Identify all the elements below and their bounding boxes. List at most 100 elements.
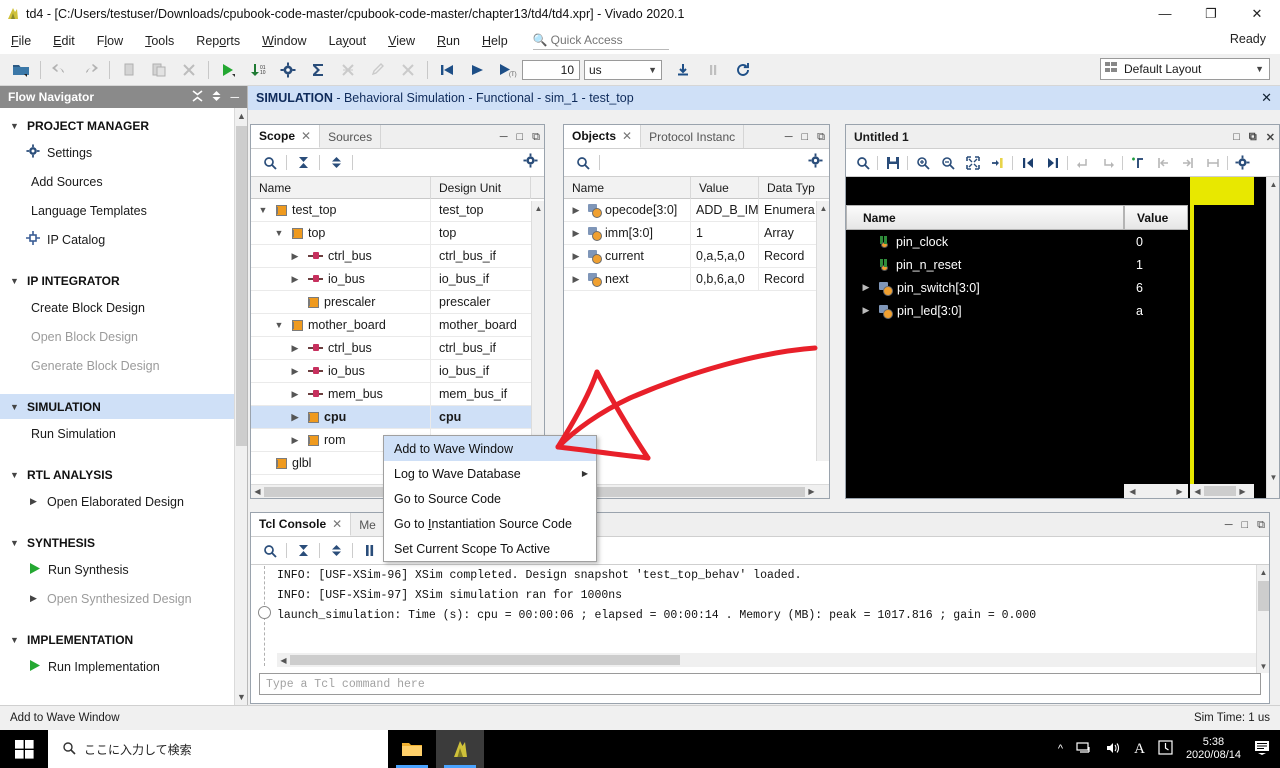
collapse-all-icon[interactable] <box>192 89 203 105</box>
chevron-right-icon[interactable]: ▶ <box>287 435 303 446</box>
run-all-icon[interactable] <box>462 56 492 84</box>
taskbar-vivado[interactable] <box>436 730 484 768</box>
table-row[interactable]: ▶ cpu cpu <box>251 405 544 429</box>
wave-traces-hscrollbar[interactable]: ◀ ▶ <box>1190 484 1254 498</box>
table-row[interactable]: ▶ mem_bus mem_bus_if <box>251 382 544 406</box>
wave-drawing-area[interactable] <box>1190 177 1254 498</box>
chevron-right-icon[interactable]: ▶ <box>287 274 303 285</box>
wave-names-hscrollbar[interactable]: ◀ ▶ <box>1124 484 1188 498</box>
maximize-icon[interactable]: □ <box>1241 519 1248 531</box>
gear-icon[interactable] <box>523 153 538 171</box>
flownav-section-project-manager[interactable]: ▼ PROJECT MANAGER <box>0 113 247 138</box>
flownav-item-run-implementation[interactable]: Run Implementation <box>0 652 247 681</box>
menu-file[interactable]: File <box>0 31 42 51</box>
expand-all-icon[interactable] <box>211 90 222 105</box>
delete-icon[interactable] <box>174 56 204 84</box>
taskbar-file-explorer[interactable] <box>388 730 436 768</box>
scroll-right-icon[interactable]: ▶ <box>1236 484 1249 498</box>
add-marker-icon[interactable] <box>1125 151 1150 175</box>
layout-select[interactable]: Default Layout ▼ <box>1100 58 1270 80</box>
collapse-all-icon[interactable] <box>290 151 316 175</box>
run-for-time-icon[interactable]: (T) <box>492 56 522 84</box>
table-row[interactable]: ▶ opecode[3:0] ADD_B_IMM Enumera <box>564 199 829 222</box>
menu-view[interactable]: View <box>377 31 426 51</box>
open-project-icon[interactable] <box>6 56 36 84</box>
objects-horizontal-scrollbar[interactable]: ◀ ▶ <box>564 484 829 498</box>
maximize-icon[interactable]: □ <box>801 131 808 143</box>
scroll-up-icon[interactable]: ▲ <box>1257 565 1270 579</box>
flownav-item-generate-block-design[interactable]: Generate Block Design <box>0 351 247 380</box>
sim-time-input[interactable]: 10 <box>522 59 580 80</box>
minimize-button[interactable]: — <box>1142 0 1188 27</box>
table-row[interactable]: ▼ top top <box>251 221 544 245</box>
previous-transition-icon[interactable] <box>1015 151 1040 175</box>
table-row[interactable]: ▼ test_top test_top <box>251 199 544 222</box>
settings-gear-icon[interactable] <box>273 56 303 84</box>
chevron-right-icon[interactable]: ▶ <box>568 274 584 285</box>
tab-tcl-console[interactable]: Tcl Console ✕ <box>251 513 352 536</box>
goto-time-icon[interactable] <box>985 151 1010 175</box>
table-row[interactable]: ▶ ctrl_bus ctrl_bus_if <box>251 244 544 268</box>
scroll-up-icon[interactable]: ▲ <box>235 108 247 124</box>
zoom-fit-icon[interactable] <box>960 151 985 175</box>
zoom-out-icon[interactable] <box>935 151 960 175</box>
tab-objects[interactable]: Objects ✕ <box>564 125 642 148</box>
chevron-right-icon[interactable]: ▶ <box>568 228 584 239</box>
close-icon[interactable]: ✕ <box>301 129 311 143</box>
scroll-down-icon[interactable]: ▼ <box>1257 659 1270 673</box>
flownav-section-ip-integrator[interactable]: ▼ IP INTEGRATOR <box>0 268 247 293</box>
close-button[interactable]: ✕ <box>1234 0 1280 27</box>
scroll-left-icon[interactable]: ◀ <box>277 653 290 667</box>
objects-vertical-scrollbar[interactable]: ▲ <box>816 201 829 461</box>
search-icon[interactable] <box>257 151 283 175</box>
zoom-in-icon[interactable] <box>910 151 935 175</box>
copy-icon[interactable] <box>114 56 144 84</box>
flownav-item-run-simulation[interactable]: Run Simulation <box>0 419 247 448</box>
chevron-right-icon[interactable]: ▶ <box>287 389 303 400</box>
flownav-item-create-block-design[interactable]: Create Block Design <box>0 293 247 322</box>
gear-icon[interactable] <box>1230 151 1255 175</box>
menu-tools[interactable]: Tools <box>134 31 185 51</box>
scroll-thumb[interactable] <box>236 126 247 446</box>
context-menu-item-set-current-scope-to-active[interactable]: Set Current Scope To Active <box>384 536 596 561</box>
scroll-up-icon[interactable]: ▲ <box>817 201 830 215</box>
pause-icon[interactable] <box>356 539 382 563</box>
chevron-down-icon[interactable]: ▼ <box>271 228 287 238</box>
table-row[interactable]: ▶ next 0,b,6,a,0 Record <box>564 267 829 291</box>
wave-vertical-scrollbar[interactable]: ▲ ▼ <box>1266 177 1279 498</box>
context-menu-item-go-to-source-code[interactable]: Go to Source Code <box>384 486 596 511</box>
search-icon[interactable] <box>850 151 875 175</box>
flownav-item-language-templates[interactable]: Language Templates <box>0 196 247 225</box>
minimize-icon[interactable]: ─ <box>500 131 508 143</box>
chevron-right-icon[interactable]: ▶ <box>858 282 874 293</box>
context-menu-item-add-to-wave-window[interactable]: Add to Wave Window <box>384 436 596 461</box>
flownav-section-synthesis[interactable]: ▼ SYNTHESIS <box>0 530 247 555</box>
show-hidden-icons-icon[interactable]: ^ <box>1058 743 1063 755</box>
next-transition-icon[interactable] <box>1040 151 1065 175</box>
table-row[interactable]: ▶ current 0,a,5,a,0 Record <box>564 244 829 268</box>
menu-layout[interactable]: Layout <box>318 31 378 51</box>
close-icon[interactable]: ✕ <box>332 517 342 531</box>
chevron-right-icon[interactable]: ▶ <box>568 251 584 262</box>
relaunch-sim-icon[interactable] <box>728 56 758 84</box>
chevron-right-icon[interactable]: ▶ <box>568 205 584 216</box>
paste-icon[interactable] <box>144 56 174 84</box>
float-icon[interactable]: ⧉ <box>1257 519 1265 532</box>
tcl-horizontal-scrollbar[interactable]: ◀ <box>277 653 1259 667</box>
context-menu-item-log-to-wave-database[interactable]: Log to Wave Database ▶ <box>384 461 596 486</box>
tcl-command-input[interactable]: Type a Tcl command here <box>259 673 1261 695</box>
menu-reports[interactable]: Reports <box>185 31 251 51</box>
context-menu-item-go-to-instantiation-source-code[interactable]: Go to Instantiation Source Code <box>384 511 596 536</box>
chevron-down-icon[interactable]: ▼ <box>255 205 271 215</box>
maximize-icon[interactable]: □ <box>516 131 523 143</box>
flownav-section-rtl-analysis[interactable]: ▼ RTL ANALYSIS <box>0 462 247 487</box>
tab-scope[interactable]: Scope ✕ <box>251 125 321 148</box>
flownav-item-open-elaborated-design[interactable]: ▶ Open Elaborated Design <box>0 487 247 516</box>
expand-all-icon[interactable] <box>323 151 349 175</box>
flownav-item-add-sources[interactable]: Add Sources <box>0 167 247 196</box>
flow-navigator-scrollbar[interactable]: ▲ ▼ <box>234 108 247 705</box>
tab-messages[interactable]: Me <box>351 513 385 536</box>
minimize-icon[interactable]: ─ <box>785 131 793 143</box>
taskbar-search[interactable]: ここに入力して検索 <box>48 730 388 768</box>
sigma-icon[interactable] <box>303 56 333 84</box>
